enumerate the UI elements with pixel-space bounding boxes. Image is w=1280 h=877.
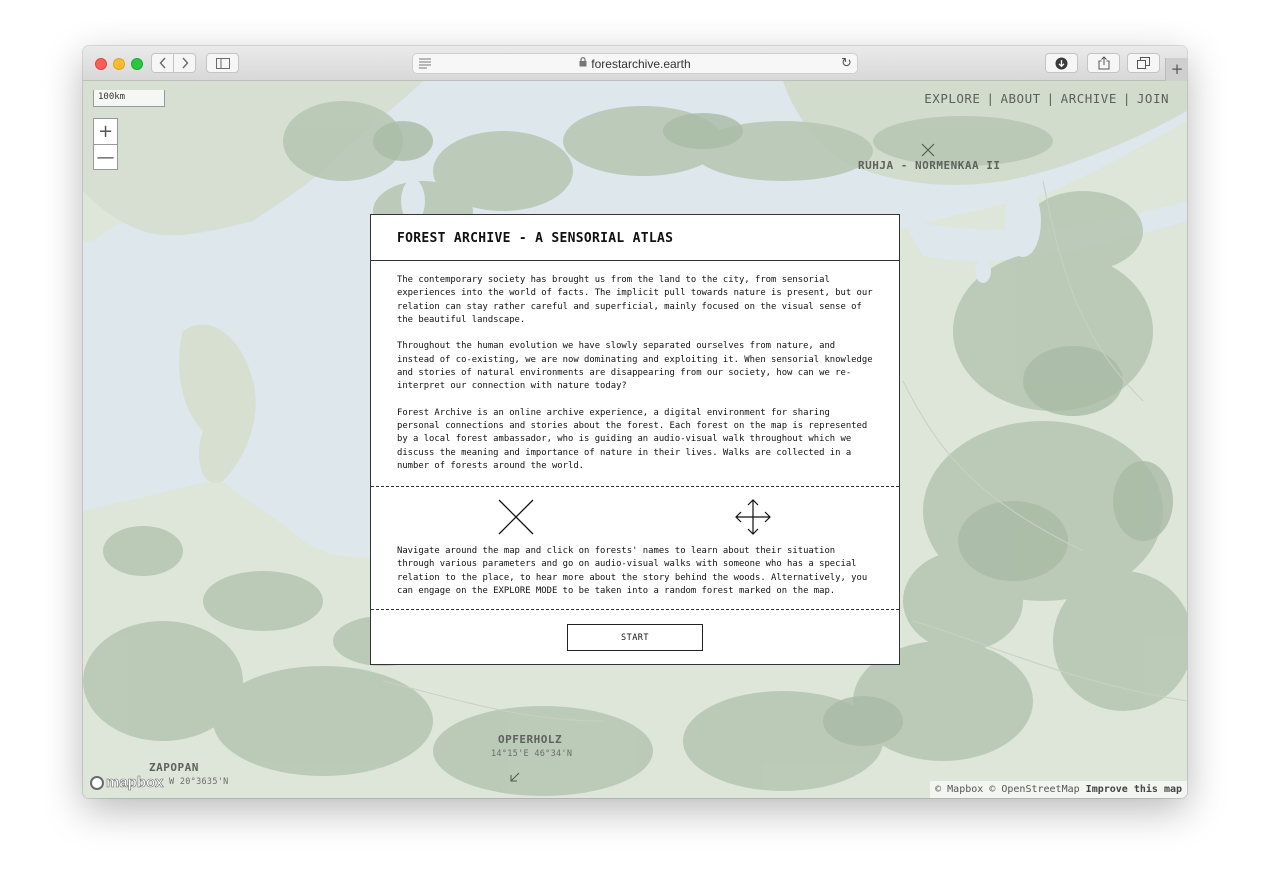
share-button[interactable] <box>1087 53 1120 73</box>
mapbox-logo-icon <box>90 775 104 790</box>
intro-paragraph: Throughout the human evolution we have s… <box>397 341 873 392</box>
close-window-button[interactable] <box>95 58 107 70</box>
modal-icons <box>371 487 899 545</box>
forest-label-opferholz[interactable]: OPFERHOLZ <box>498 733 562 746</box>
intro-modal: FOREST ARCHIVE - A SENSORIAL ATLAS The c… <box>370 214 900 665</box>
zoom-control: + — <box>93 118 118 170</box>
new-tab-button[interactable]: + <box>1165 58 1187 81</box>
modal-title: FOREST ARCHIVE - A SENSORIAL ATLAS <box>371 215 899 261</box>
nav-separator: | <box>1046 91 1055 106</box>
forest-coord-opferholz: 14°15'E 46°34'N <box>491 749 573 759</box>
nav-separator: | <box>986 91 995 106</box>
tabs-icon <box>1137 57 1150 69</box>
nav-explore[interactable]: EXPLORE <box>924 91 980 106</box>
forest-label-north[interactable]: RUHJA - NORMENKAA II <box>858 159 1000 172</box>
nav-separator: | <box>1122 91 1131 106</box>
site-nav: EXPLORE | ABOUT | ARCHIVE | JOIN <box>924 91 1169 106</box>
lock-icon <box>579 57 587 70</box>
back-chevron-icon <box>159 57 166 69</box>
forest-coord-zapopan: W 20°3635'N <box>169 777 229 787</box>
minus-icon: — <box>96 147 115 168</box>
nav-join[interactable]: JOIN <box>1137 91 1169 106</box>
scale-label: 100km <box>98 92 126 102</box>
plus-icon: + <box>97 121 114 142</box>
attrib-mapbox[interactable]: © Mapbox <box>935 784 983 795</box>
forest-label-zapopan[interactable]: ZAPOPAN <box>149 761 199 774</box>
map-scale: 100km <box>93 90 165 107</box>
forest-marker-icon[interactable] <box>921 143 935 157</box>
zoom-in-button[interactable]: + <box>94 119 117 145</box>
minimize-window-button[interactable] <box>113 58 125 70</box>
cross-icon <box>498 499 534 535</box>
sidebar-icon <box>215 57 230 69</box>
intro-paragraph: Forest Archive is an online archive expe… <box>397 407 868 472</box>
map-attribution: © Mapbox © OpenStreetMap Improve this ma… <box>930 781 1187 798</box>
forward-chevron-icon <box>181 57 188 69</box>
share-icon <box>1098 56 1109 70</box>
arrow-down-left-icon <box>510 772 520 782</box>
modal-intro-text: The contemporary society has brought us … <box>371 261 899 487</box>
reader-icon[interactable] <box>418 57 432 69</box>
move-arrows-icon <box>735 499 771 535</box>
nav-archive[interactable]: ARCHIVE <box>1061 91 1117 106</box>
reload-icon[interactable]: ↻ <box>841 56 852 71</box>
address-bar[interactable]: forestarchive.earth <box>412 53 858 74</box>
download-icon <box>1055 57 1068 69</box>
downloads-button[interactable] <box>1045 53 1078 73</box>
maximize-window-button[interactable] <box>131 58 143 70</box>
zoom-out-button[interactable]: — <box>94 145 117 170</box>
start-button[interactable]: START <box>567 624 703 651</box>
forward-button[interactable] <box>173 53 196 73</box>
show-tabs-button[interactable] <box>1127 53 1160 73</box>
mapbox-logo[interactable]: mapbox <box>90 774 164 791</box>
browser-toolbar: forestarchive.earth ↻ + <box>83 46 1187 81</box>
improve-map-link[interactable]: Improve this map <box>1086 784 1182 795</box>
sidebar-toggle-button[interactable] <box>206 53 239 73</box>
attrib-osm[interactable]: © OpenStreetMap <box>989 784 1079 795</box>
intro-paragraph: The contemporary society has brought us … <box>397 275 873 326</box>
plus-icon: + <box>1170 60 1184 78</box>
navigation-help-text: Navigate around the map and click on for… <box>371 545 899 610</box>
mapbox-logo-text: mapbox <box>106 774 164 792</box>
map-canvas[interactable]: 100km + — EXPLORE | ABOUT | ARCHIVE | JO… <box>83 81 1187 798</box>
nav-about[interactable]: ABOUT <box>1001 91 1041 106</box>
back-button[interactable] <box>151 53 174 73</box>
url-text: forestarchive.earth <box>591 56 691 71</box>
browser-window: forestarchive.earth ↻ + 100km + — EXPLOR… <box>83 46 1187 798</box>
